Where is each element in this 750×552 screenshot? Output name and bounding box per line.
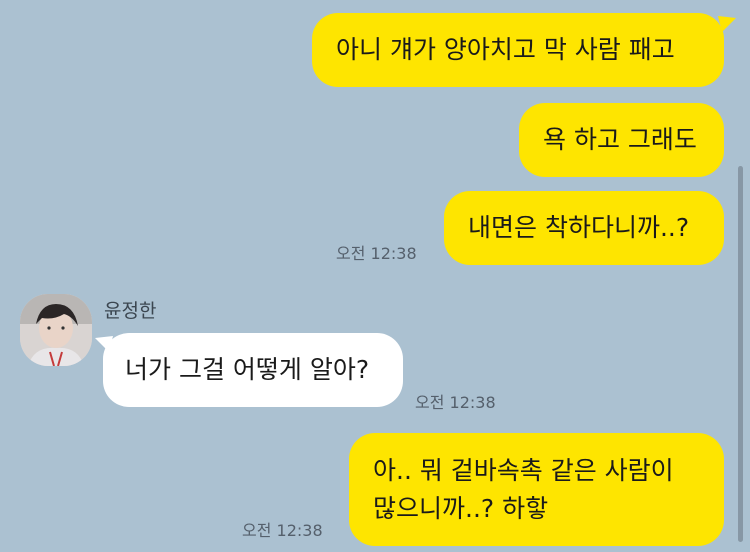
message-text-line-2: 많으니까..? 하핳	[373, 494, 549, 523]
avatar[interactable]	[20, 294, 92, 366]
bubble-tail	[95, 336, 113, 352]
bubble-tail	[718, 16, 736, 32]
message-text: 욕 하고 그래도	[543, 125, 697, 154]
sender-name: 윤정한	[104, 300, 157, 322]
other-message-bubble[interactable]: 너가 그걸 어떻게 알아?	[103, 333, 403, 407]
message-text: 내면은 착하다니까..?	[468, 213, 690, 242]
message-text: 아니 걔가 양아치고 막 사람 패고	[336, 35, 675, 64]
message-timestamp: 오전 12:38	[242, 521, 323, 540]
my-message-bubble[interactable]: 내면은 착하다니까..?	[444, 191, 724, 265]
my-message-bubble[interactable]: 아.. 뭐 겉바속촉 같은 사람이 많으니까..? 하핳	[349, 433, 724, 546]
message-text-line-1: 아.. 뭐 겉바속촉 같은 사람이	[373, 456, 674, 485]
chat-room: 아니 걔가 양아치고 막 사람 패고 욕 하고 그래도 내면은 착하다니까..?…	[0, 0, 750, 552]
message-timestamp: 오전 12:38	[415, 393, 496, 412]
my-message-bubble[interactable]: 욕 하고 그래도	[519, 103, 724, 177]
my-message-bubble[interactable]: 아니 걔가 양아치고 막 사람 패고	[312, 13, 724, 87]
profile-photo-icon	[20, 294, 92, 366]
message-text: 너가 그걸 어떻게 알아?	[125, 355, 370, 384]
message-timestamp: 오전 12:38	[336, 244, 417, 263]
scrollbar[interactable]	[738, 166, 743, 542]
